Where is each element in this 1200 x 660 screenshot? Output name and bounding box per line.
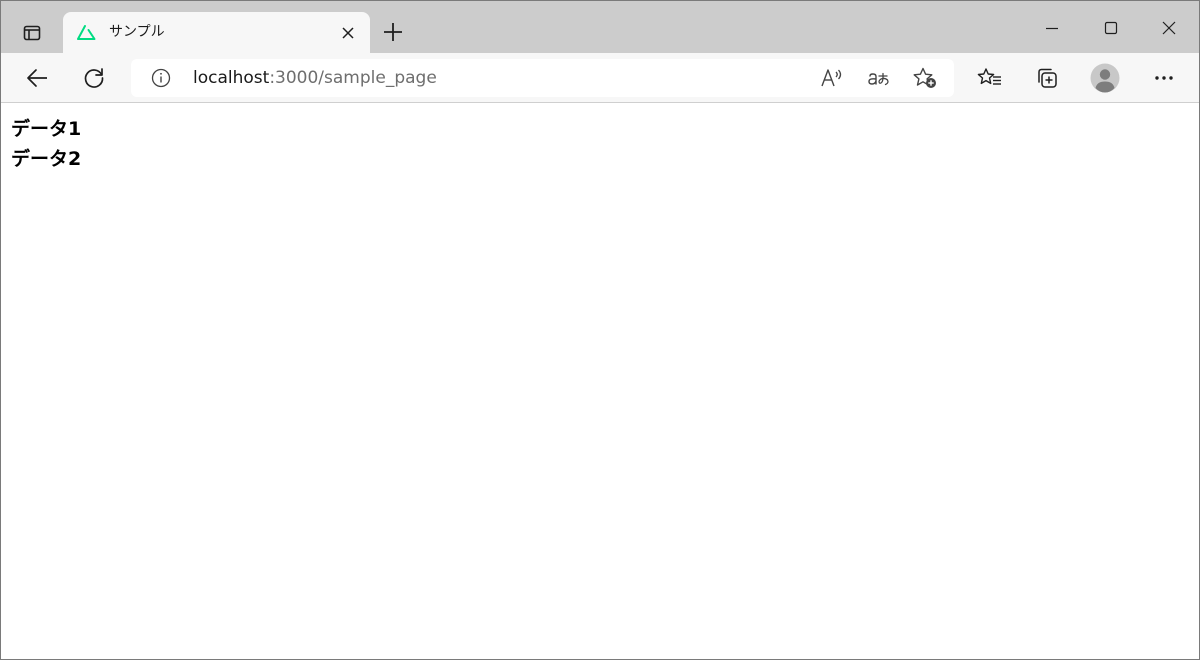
close-window-button[interactable]: [1149, 11, 1189, 45]
tab-actions-icon: [23, 25, 41, 41]
minimize-icon: [1046, 27, 1058, 30]
add-favorite-button[interactable]: [912, 66, 938, 90]
tab-actions-button[interactable]: [13, 15, 51, 51]
star-plus-icon: [913, 67, 936, 88]
more-button[interactable]: [1148, 62, 1180, 94]
browser-window: サンプル localhost:3000/sample_page データ1 データ…: [0, 0, 1200, 660]
new-tab-button[interactable]: [379, 18, 407, 46]
favorites-button[interactable]: [974, 62, 1006, 94]
back-button[interactable]: [21, 62, 53, 94]
avatar-icon: [1090, 63, 1120, 93]
plus-icon: [384, 23, 402, 41]
data-item: データ2: [11, 148, 82, 170]
collections-button[interactable]: [1031, 62, 1063, 94]
translate-icon: [868, 72, 889, 86]
browser-toolbar: localhost:3000/sample_page: [1, 53, 1199, 103]
tab-active[interactable]: サンプル: [63, 12, 370, 53]
refresh-button[interactable]: [78, 62, 110, 94]
tab-strip: サンプル: [1, 1, 1199, 53]
maximize-icon: [1104, 21, 1118, 35]
maximize-button[interactable]: [1091, 11, 1131, 45]
address-bar[interactable]: localhost:3000/sample_page: [131, 59, 954, 97]
close-tab-button[interactable]: [337, 22, 359, 44]
nuxt-logo-icon: [77, 25, 96, 40]
favorites-icon: [977, 68, 1001, 85]
url-path: :3000/sample_page: [269, 68, 437, 88]
arrow-left-icon: [27, 69, 47, 87]
more-icon: [1155, 76, 1173, 80]
tab-title: サンプル: [109, 24, 165, 40]
translate-button[interactable]: [866, 66, 892, 90]
collections-icon: [1038, 68, 1057, 88]
close-icon: [342, 27, 354, 39]
profile-button[interactable]: [1089, 62, 1121, 94]
data-item: データ1: [11, 118, 82, 140]
url-text[interactable]: localhost:3000/sample_page: [193, 67, 437, 89]
page-content: データ1 データ2: [1, 104, 1199, 659]
info-icon[interactable]: [151, 68, 171, 88]
read-aloud-button[interactable]: [819, 66, 845, 90]
url-host: localhost: [193, 68, 270, 88]
close-icon: [1162, 21, 1176, 35]
refresh-icon: [84, 68, 104, 88]
read-aloud-icon: [821, 69, 842, 87]
minimize-button[interactable]: [1032, 11, 1072, 45]
